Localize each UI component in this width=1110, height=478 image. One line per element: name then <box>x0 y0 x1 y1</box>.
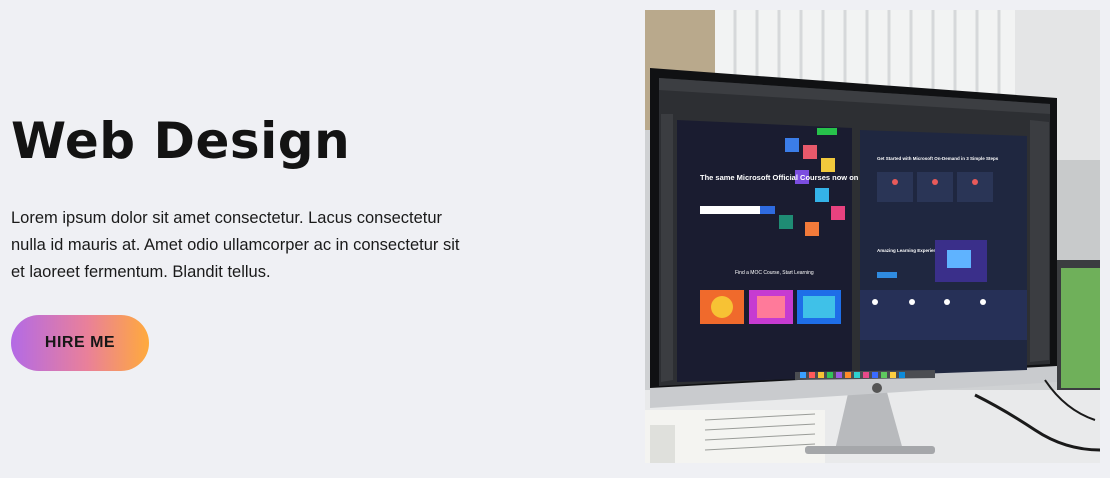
screen-subheading: Find a MOC Course, Start Learning <box>735 270 814 276</box>
hero-description: Lorem ipsum dolor sit amet consectetur. … <box>11 209 460 281</box>
hire-me-button[interactable]: HIRE ME <box>11 315 149 371</box>
page: Web Design Lorem ipsum dolor sit amet co… <box>0 0 1110 478</box>
hero-section: Web Design Lorem ipsum dolor sit amet co… <box>11 110 481 281</box>
screen-right-section: Amazing Learning Experience <box>877 248 942 253</box>
screen-right-heading: Get Started with Microsoft On-Demand in … <box>877 156 999 161</box>
hero-title: Web Design <box>11 112 351 170</box>
hero-photo: The same Microsoft Official Courses now … <box>645 10 1100 463</box>
